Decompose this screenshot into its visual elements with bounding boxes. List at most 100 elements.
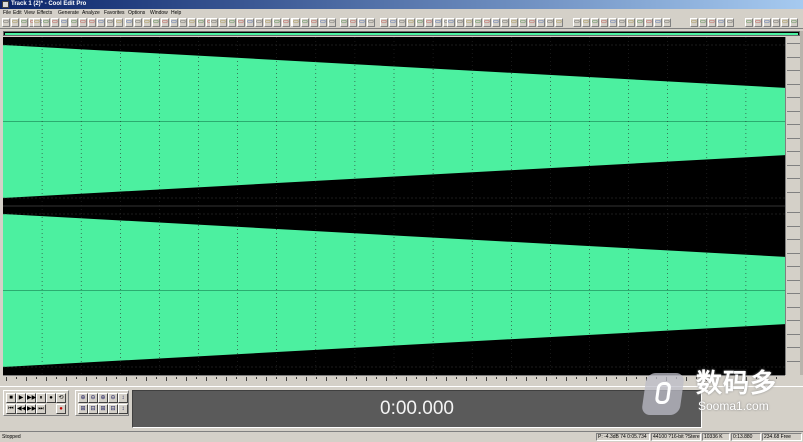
- menu-edit[interactable]: Edit: [13, 9, 22, 17]
- toolbar-button-52[interactable]: ▭: [434, 18, 442, 27]
- toolbar-button-3[interactable]: ▭: [20, 18, 28, 27]
- toolbar-button-82[interactable]: ▭: [726, 18, 734, 27]
- toolbar-button-66[interactable]: ▭: [555, 18, 563, 27]
- zoom-full-button[interactable]: ⊕: [98, 393, 108, 403]
- toolbar-button-49[interactable]: ▭: [407, 18, 415, 27]
- overview-thumb[interactable]: [5, 33, 798, 35]
- go-to-start-button[interactable]: ⏮: [6, 404, 16, 414]
- toolbar-button-48[interactable]: ▭: [398, 18, 406, 27]
- toolbar-button-84[interactable]: ▭: [754, 18, 762, 27]
- toolbar-button-83[interactable]: ▭: [745, 18, 753, 27]
- toolbar-button-40[interactable]: ▭: [319, 18, 327, 27]
- toolbar-button-75[interactable]: ▭: [645, 18, 653, 27]
- toolbar-button-65[interactable]: ▭: [546, 18, 554, 27]
- menu-window[interactable]: Window: [150, 9, 168, 17]
- toolbar-button-14[interactable]: ▭: [97, 18, 105, 27]
- toolbar-button-73[interactable]: ▭: [627, 18, 635, 27]
- toolbar-button-6[interactable]: ▭: [33, 18, 41, 27]
- toolbar-button-74[interactable]: ▭: [636, 18, 644, 27]
- toolbar-button-54[interactable]: ▭: [447, 18, 455, 27]
- toolbar-button-17[interactable]: ▭: [125, 18, 133, 27]
- toolbar-button-38[interactable]: ▭: [301, 18, 309, 27]
- fast-forward-button[interactable]: ▶▶: [26, 404, 36, 414]
- toolbar-button-59[interactable]: ▭: [492, 18, 500, 27]
- toolbar-button-80[interactable]: ▭: [708, 18, 716, 27]
- rewind-button[interactable]: ◀◀: [16, 404, 26, 414]
- pause-button[interactable]: ⏸: [36, 393, 46, 403]
- toolbar-button-8[interactable]: ▭: [51, 18, 59, 27]
- toolbar-button-37[interactable]: ▭: [292, 18, 300, 27]
- toolbar-button-55[interactable]: ▭: [456, 18, 464, 27]
- toolbar-button-22[interactable]: ▭: [170, 18, 178, 27]
- toolbar-button-85[interactable]: ▭: [763, 18, 771, 27]
- toolbar-button-56[interactable]: ▭: [465, 18, 473, 27]
- toolbar-button-50[interactable]: ▭: [416, 18, 424, 27]
- toolbar-button-77[interactable]: ▭: [663, 18, 671, 27]
- toolbar-button-86[interactable]: ▭: [772, 18, 780, 27]
- toolbar-button-58[interactable]: ▭: [483, 18, 491, 27]
- toolbar-button-21[interactable]: ▭: [161, 18, 169, 27]
- play-to-end-button[interactable]: ▶▶: [26, 393, 36, 403]
- toolbar-button-64[interactable]: ▭: [537, 18, 545, 27]
- go-to-end-button[interactable]: ⏭: [36, 404, 46, 414]
- toolbar-button-43[interactable]: ▭: [349, 18, 357, 27]
- menu-file[interactable]: File: [3, 9, 11, 17]
- toolbar-button-41[interactable]: ▭: [328, 18, 336, 27]
- toolbar-button-68[interactable]: ▭: [582, 18, 590, 27]
- toolbar-button-71[interactable]: ▭: [609, 18, 617, 27]
- toolbar-button-19[interactable]: ▭: [143, 18, 151, 27]
- toolbar-button-69[interactable]: ▭: [591, 18, 599, 27]
- toolbar-button-30[interactable]: ▭: [237, 18, 245, 27]
- menu-analyze[interactable]: Analyze: [82, 9, 100, 17]
- toolbar-button-16[interactable]: ▭: [115, 18, 123, 27]
- toolbar-button-45[interactable]: ▭: [367, 18, 375, 27]
- toolbar-button-29[interactable]: ▭: [228, 18, 236, 27]
- toolbar-button-23[interactable]: ▭: [179, 18, 187, 27]
- toolbar-button-15[interactable]: ▭: [106, 18, 114, 27]
- toolbar-button-18[interactable]: ▭: [134, 18, 142, 27]
- menu-effects[interactable]: Effects: [37, 9, 52, 17]
- zoom-vertical-out-button[interactable]: ↕: [118, 404, 128, 414]
- toolbar-button-88[interactable]: ▭: [790, 18, 798, 27]
- toolbar-button-27[interactable]: ▭: [210, 18, 218, 27]
- zoom-out-button[interactable]: ⊖: [88, 393, 98, 403]
- play-looped-button[interactable]: ●: [46, 393, 56, 403]
- toolbar-button-39[interactable]: ▭: [310, 18, 318, 27]
- toolbar-button-28[interactable]: ▭: [219, 18, 227, 27]
- toolbar-button-79[interactable]: ▭: [699, 18, 707, 27]
- toolbar-button-9[interactable]: ▭: [60, 18, 68, 27]
- toolbar-button-46[interactable]: ▭: [380, 18, 388, 27]
- toolbar-button-42[interactable]: ▭: [340, 18, 348, 27]
- zoom-right-edge-button[interactable]: ⊟: [108, 404, 118, 414]
- toolbar-button-47[interactable]: ▭: [389, 18, 397, 27]
- toolbar-button-87[interactable]: ▭: [781, 18, 789, 27]
- toolbar-button-76[interactable]: ▭: [654, 18, 662, 27]
- toolbar-button-24[interactable]: ▭: [188, 18, 196, 27]
- toolbar-button-61[interactable]: ▭: [510, 18, 518, 27]
- toolbar-button-81[interactable]: ▭: [717, 18, 725, 27]
- toolbar-button-70[interactable]: ▭: [600, 18, 608, 27]
- toolbar-button-51[interactable]: ▭: [425, 18, 433, 27]
- toolbar-button-60[interactable]: ▭: [501, 18, 509, 27]
- zoom-left-button[interactable]: ⊞: [78, 404, 88, 414]
- toolbar-button-7[interactable]: ▭: [42, 18, 50, 27]
- record-button[interactable]: ●: [56, 404, 66, 414]
- toolbar-button-20[interactable]: ▭: [152, 18, 160, 27]
- toolbar-button-72[interactable]: ▭: [618, 18, 626, 27]
- toolbar-button-2[interactable]: ▭: [11, 18, 19, 27]
- toolbar-button-13[interactable]: ▭: [88, 18, 96, 27]
- stop-button[interactable]: ■: [6, 393, 16, 403]
- menu-help[interactable]: Help: [171, 9, 181, 17]
- toolbar-button-67[interactable]: ▭: [573, 18, 581, 27]
- play-button[interactable]: ▶: [16, 393, 26, 403]
- toolbar-button-25[interactable]: ▭: [197, 18, 205, 27]
- menu-view[interactable]: View: [24, 9, 35, 17]
- toolbar-button-12[interactable]: ▭: [79, 18, 87, 27]
- toolbar-button-63[interactable]: ▭: [528, 18, 536, 27]
- menu-options[interactable]: Options: [128, 9, 145, 17]
- zoom-left-edge-button[interactable]: ⊞: [98, 404, 108, 414]
- toolbar-button-78[interactable]: ▭: [690, 18, 698, 27]
- zoom-right-button[interactable]: ⊟: [88, 404, 98, 414]
- toolbar-button-62[interactable]: ▭: [519, 18, 527, 27]
- toolbar-button-1[interactable]: ▭: [2, 18, 10, 27]
